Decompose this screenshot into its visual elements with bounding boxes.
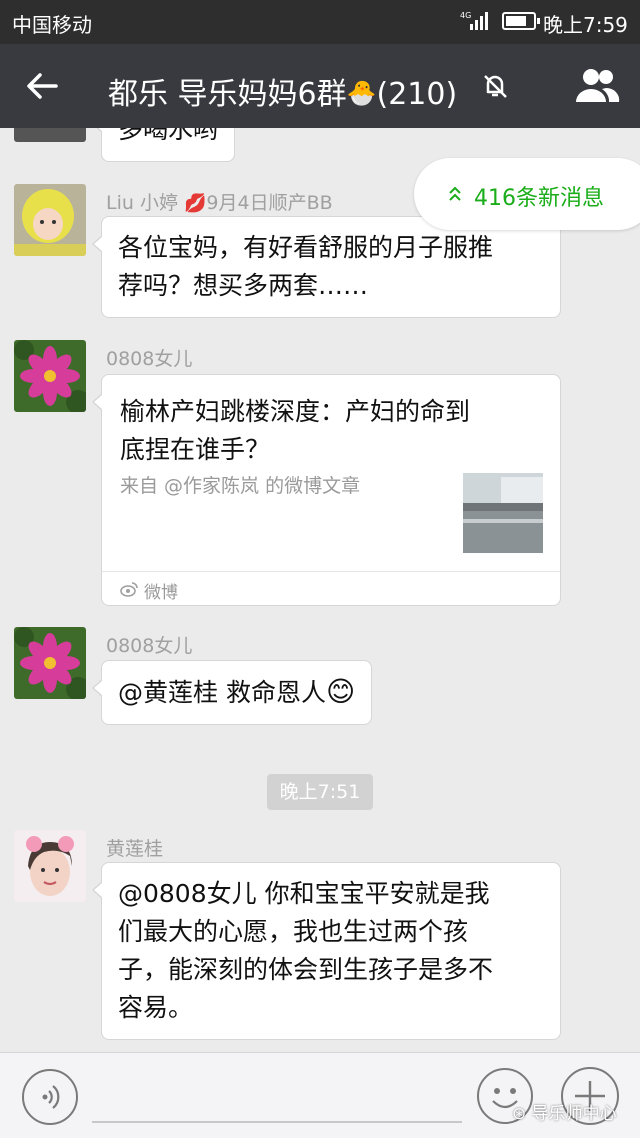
svg-text:4G: 4G [460, 11, 471, 20]
avatar-0808[interactable] [14, 340, 86, 412]
input-bar: ⊛ 导乐师中心 [0, 1052, 640, 1138]
sender-name: 0808女儿 [106, 348, 193, 370]
article-subtitle: 来自 @作家陈岚 的微博文章 [120, 475, 361, 497]
group-people-icon[interactable] [572, 66, 622, 106]
message-bubble[interactable]: 各位宝妈，有好看舒服的月子服推 荐吗？想买多两套…… [92, 216, 561, 318]
lips-emoji: 💋 [184, 193, 207, 214]
carrier-name: 中国移动 [12, 13, 92, 37]
weibo-icon [120, 582, 138, 597]
message-bubble[interactable]: @黄莲桂 救命恩人😊 [91, 660, 373, 725]
baby-avatar-image [14, 184, 86, 256]
article-source: 微博 [144, 583, 178, 603]
chick-emoji: 🐣 [346, 79, 377, 107]
member-count: (210) [376, 77, 458, 112]
avatar-liu[interactable] [14, 184, 86, 256]
battery-icon [502, 12, 540, 30]
voice-button[interactable] [22, 1069, 78, 1125]
status-bar: 中国移动 4G 晚上7:59 [0, 0, 640, 44]
back-arrow-icon[interactable] [22, 66, 62, 106]
group-name: 都乐 导乐妈妈6群 [108, 77, 347, 112]
avatar-huang[interactable] [14, 830, 86, 902]
chat-title: 都乐 导乐妈妈6群🐣(210) [108, 69, 457, 113]
flower-avatar-image [14, 627, 86, 699]
signal-icon: 4G [460, 11, 488, 30]
article-thumbnail [463, 473, 543, 553]
timestamp: 晚上7:51 [267, 774, 373, 810]
sender-name: Liu 小婷 💋9月4日顺产BB [106, 192, 333, 214]
message-list[interactable]: 多喝水哟 Liu 小婷 💋9月4日顺产BB 各位宝妈，有好看舒服的月子服推 荐吗… [0, 128, 640, 1052]
message-bubble[interactable]: 多喝水哟 [91, 128, 236, 162]
mute-bell-icon [484, 75, 507, 98]
clock: 晚上7:59 [543, 13, 628, 37]
double-chevron-up-icon [449, 186, 461, 201]
sender-name: 黄莲桂 [106, 838, 164, 860]
smile-emoji: 😊 [325, 675, 356, 708]
flower-avatar-image [14, 340, 86, 412]
message-input[interactable] [92, 1121, 462, 1123]
article-source-bar: 微博 [102, 571, 560, 605]
message-bubble[interactable]: @0808女儿 你和宝宝平安就是我 们最大的心愿，我也生过两个孩 子，能深刻的体… [92, 862, 561, 1040]
chat-header: 都乐 导乐妈妈6群🐣(210) [0, 44, 640, 128]
new-messages-count: 416条新消息 [474, 186, 604, 211]
article-title: 榆林产妇跳楼深度：产妇的命到 底捏在谁手？ [120, 397, 471, 464]
avatar-0808[interactable] [14, 627, 86, 699]
watermark: ⊛ 导乐师中心 [512, 1104, 617, 1124]
sender-name: 0808女儿 [106, 635, 193, 657]
woman-avatar-image [14, 830, 86, 902]
shared-article-card[interactable]: 榆林产妇跳楼深度：产妇的命到 底捏在谁手？ 来自 @作家陈岚 的微博文章 微博 [92, 374, 561, 606]
new-messages-button[interactable]: 416条新消息 [414, 158, 640, 230]
avatar[interactable] [14, 128, 86, 142]
voice-icon [42, 1085, 60, 1109]
